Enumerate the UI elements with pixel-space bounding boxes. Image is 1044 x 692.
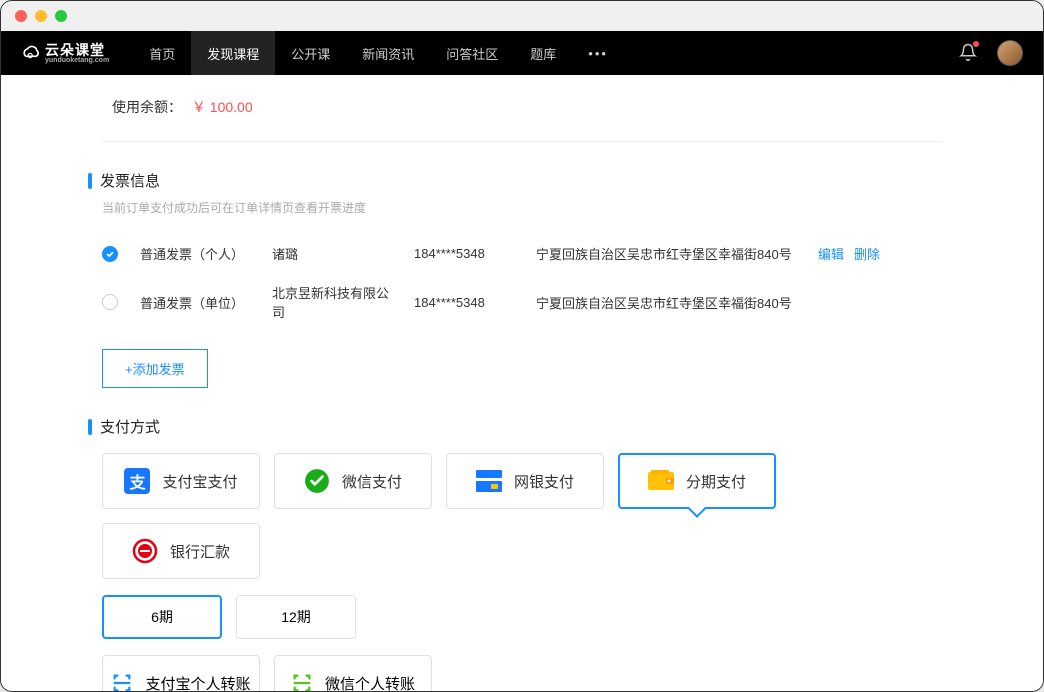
payment-title-text: 支付方式	[100, 416, 160, 437]
invoice-type: 普通发票（个人）	[140, 244, 250, 263]
wechat-icon	[304, 468, 330, 494]
invoice-row-personal[interactable]: 普通发票（个人） 诸璐 184****5348 宁夏回族自治区吴忠市红寺堡区幸福…	[102, 234, 942, 273]
invoice-name: 诸璐	[272, 244, 392, 263]
invoice-subtitle: 当前订单支付成功后可在订单详情页查看开票进度	[102, 199, 942, 216]
pay-unionpay[interactable]: 网银支付	[446, 453, 604, 509]
main-nav: 首页 发现课程 公开课 新闻资讯 问答社区 题库 •••	[133, 31, 624, 75]
pay-bank[interactable]: 银行汇款	[102, 523, 260, 579]
transfer-label: 支付宝个人转账	[145, 673, 250, 692]
minimize-dot[interactable]	[35, 10, 47, 22]
balance-label: 使用余额：	[112, 99, 182, 115]
add-invoice-button[interactable]: +添加发票	[102, 349, 208, 388]
close-dot[interactable]	[15, 10, 27, 22]
transfer-label: 微信个人转账	[325, 673, 415, 692]
nav-question-bank[interactable]: 题库	[514, 31, 572, 75]
invoice-title-text: 发票信息	[100, 170, 160, 191]
transfer-wechat[interactable]: 微信个人转账	[274, 655, 432, 692]
scan-icon	[111, 672, 133, 692]
logo[interactable]: 云朵课堂 yunduoketang.com	[21, 43, 109, 64]
invoice-section-title: 发票信息	[88, 170, 942, 191]
invoice-name: 北京昱新科技有限公司	[272, 283, 392, 321]
edit-link[interactable]: 编辑	[818, 244, 844, 263]
transfer-alipay[interactable]: 支付宝个人转账	[102, 655, 260, 692]
payment-methods: 支 支付宝支付 微信支付 网银支付	[102, 453, 942, 579]
pay-installment[interactable]: 分期支付	[618, 453, 776, 509]
wallet-icon	[648, 468, 674, 494]
alipay-icon: 支	[124, 468, 150, 494]
bank-icon	[132, 538, 158, 564]
nav-discover[interactable]: 发现课程	[191, 31, 275, 75]
cloud-icon	[21, 43, 41, 63]
app-header: 云朵课堂 yunduoketang.com 首页 发现课程 公开课 新闻资讯 问…	[1, 31, 1043, 75]
nav-qa[interactable]: 问答社区	[430, 31, 514, 75]
maximize-dot[interactable]	[55, 10, 67, 22]
logo-text: 云朵课堂	[45, 43, 109, 57]
radio-checked-icon[interactable]	[102, 246, 118, 262]
invoice-phone: 184****5348	[414, 295, 514, 310]
installment-6[interactable]: 6期	[102, 595, 222, 639]
installment-12[interactable]: 12期	[236, 595, 356, 639]
invoice-row-company[interactable]: 普通发票（单位） 北京昱新科技有限公司 184****5348 宁夏回族自治区吴…	[102, 273, 942, 331]
page-content: 使用余额： ￥ 100.00 发票信息 当前订单支付成功后可在订单详情页查看开票…	[1, 75, 1043, 692]
delete-link[interactable]: 删除	[854, 244, 880, 263]
pay-label: 微信支付	[342, 471, 402, 492]
payment-section-title: 支付方式	[88, 416, 942, 437]
invoice-address: 宁夏回族自治区吴忠市红寺堡区幸福街840号	[536, 244, 796, 263]
invoice-address: 宁夏回族自治区吴忠市红寺堡区幸福街840号	[536, 293, 796, 312]
invoice-phone: 184****5348	[414, 246, 514, 261]
unionpay-icon	[476, 468, 502, 494]
scan-icon	[291, 672, 313, 692]
pay-label: 网银支付	[514, 471, 574, 492]
nav-news[interactable]: 新闻资讯	[346, 31, 430, 75]
nav-home[interactable]: 首页	[133, 31, 191, 75]
nav-open-class[interactable]: 公开课	[275, 31, 346, 75]
pay-label: 分期支付	[686, 471, 746, 492]
installment-options: 6期 12期	[102, 595, 942, 639]
section-bar-icon	[88, 173, 92, 189]
user-avatar[interactable]	[997, 40, 1023, 66]
logo-subtitle: yunduoketang.com	[45, 57, 109, 64]
window-chrome	[1, 1, 1043, 31]
notification-dot	[973, 41, 979, 47]
pay-label: 银行汇款	[170, 541, 230, 562]
section-bar-icon	[88, 419, 92, 435]
transfer-options: 支付宝个人转账 微信个人转账	[102, 655, 942, 692]
balance-value: ￥ 100.00	[192, 99, 253, 115]
pay-label: 支付宝支付	[162, 471, 237, 492]
notification-bell-icon[interactable]	[959, 43, 977, 64]
balance-row: 使用余额： ￥ 100.00	[102, 75, 942, 142]
radio-unchecked-icon[interactable]	[102, 294, 118, 310]
invoice-type: 普通发票（单位）	[140, 293, 250, 312]
pay-wechat[interactable]: 微信支付	[274, 453, 432, 509]
pay-alipay[interactable]: 支 支付宝支付	[102, 453, 260, 509]
nav-more-icon[interactable]: •••	[572, 31, 624, 75]
